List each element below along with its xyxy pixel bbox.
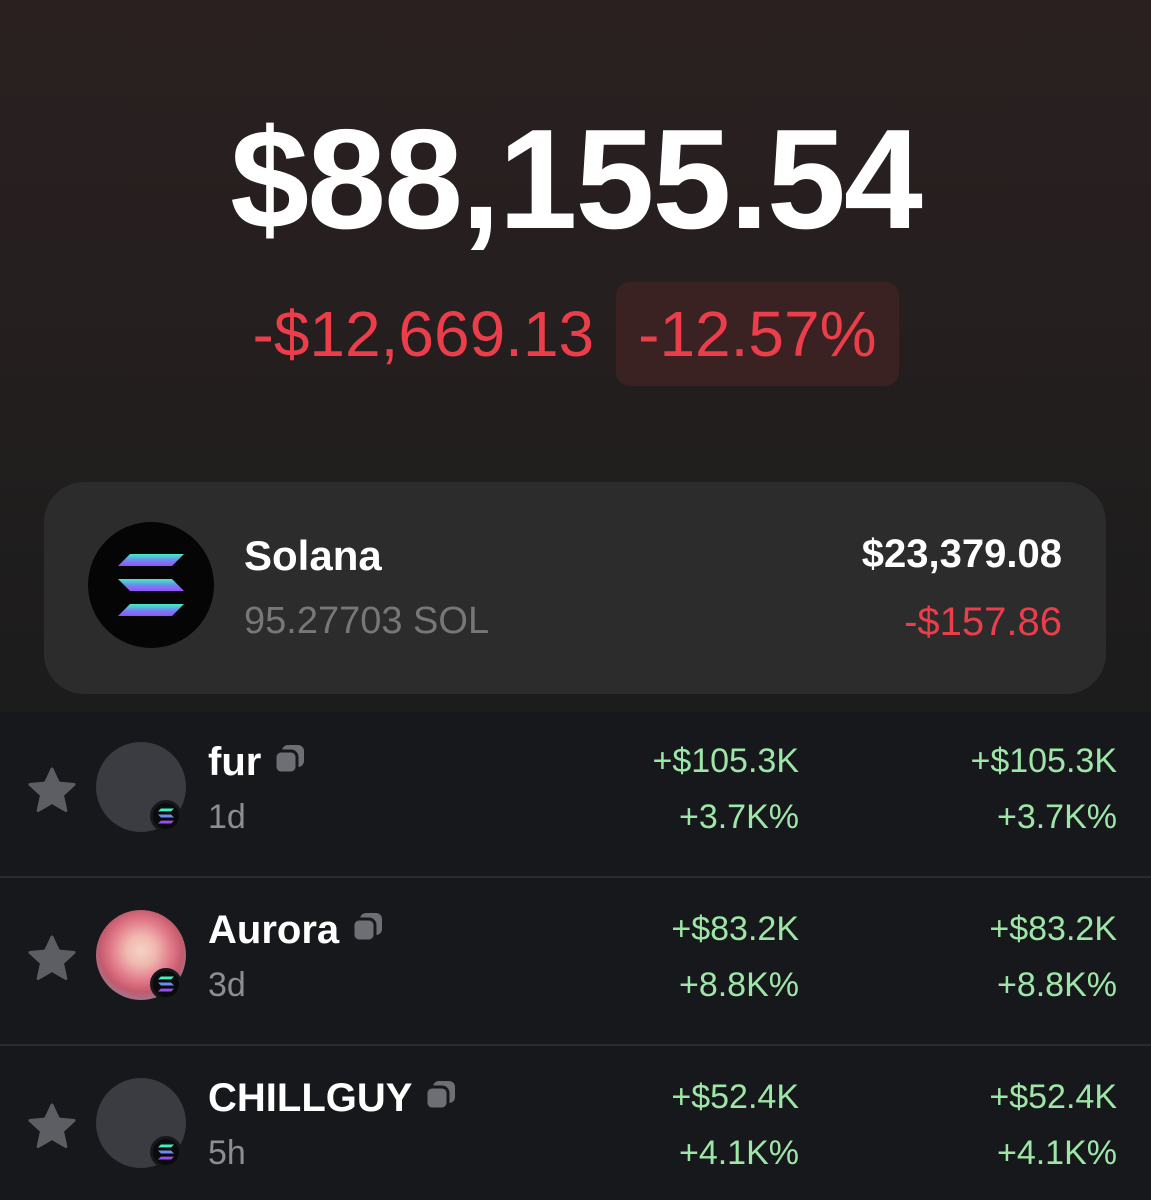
solana-amount: 95.27703 SOL — [244, 600, 490, 642]
token-pnl-value: +$52.4K — [989, 1078, 1117, 1116]
token-row[interactable]: CHILLGUY 5h +$52.4K +4.1K% +$52.4K +4.1K… — [0, 1048, 1151, 1200]
solana-holding-card[interactable]: Solana 95.27703 SOL $23,379.08 -$157.86 — [44, 482, 1106, 694]
token-pnl-percent: +4.1K% — [678, 1134, 799, 1172]
copy-icon[interactable] — [273, 740, 307, 785]
portfolio-change-amount: -$12,669.13 — [252, 298, 595, 370]
token-list: fur 1d +$105.3K +3.7K% +$105.3K +3.7K% A… — [0, 712, 1151, 1200]
token-pnl-percent: +3.7K% — [996, 798, 1117, 836]
token-pnl-percent: +4.1K% — [996, 1134, 1117, 1172]
token-name: Aurora — [208, 908, 385, 953]
copy-icon[interactable] — [351, 908, 385, 953]
token-name-label: CHILLGUY — [208, 1076, 413, 1120]
token-pnl-value: +$52.4K — [671, 1078, 799, 1116]
token-age: 3d — [208, 966, 246, 1004]
star-icon[interactable] — [28, 1103, 76, 1154]
solana-logo-icon — [88, 522, 214, 648]
solana-badge-icon — [150, 968, 182, 1000]
solana-name: Solana — [244, 532, 382, 579]
solana-badge-icon — [150, 800, 182, 832]
token-pnl-value: +$105.3K — [652, 742, 799, 780]
star-icon[interactable] — [28, 935, 76, 986]
token-name: fur — [208, 740, 307, 785]
portfolio-header: $88,155.54 -$12,669.13 -12.57% Solana 95… — [0, 0, 1151, 712]
solana-value: $23,379.08 — [861, 532, 1062, 576]
solana-badge-icon — [150, 1136, 182, 1168]
token-name-label: Aurora — [208, 908, 340, 952]
token-age: 5h — [208, 1134, 246, 1172]
token-pnl-percent: +3.7K% — [678, 798, 799, 836]
token-name: CHILLGUY — [208, 1076, 458, 1121]
token-row[interactable]: Aurora 3d +$83.2K +8.8K% +$83.2K +8.8K% — [0, 880, 1151, 1046]
star-icon[interactable] — [28, 767, 76, 818]
portfolio-change: -$12,669.13 -12.57% — [0, 282, 1151, 386]
token-name-label: fur — [208, 740, 262, 784]
token-pnl-value: +$83.2K — [989, 910, 1117, 948]
token-age: 1d — [208, 798, 246, 836]
solana-change: -$157.86 — [904, 600, 1062, 644]
copy-icon[interactable] — [424, 1076, 458, 1121]
token-pnl-value: +$105.3K — [970, 742, 1117, 780]
token-pnl-percent: +8.8K% — [678, 966, 799, 1004]
token-pnl-value: +$83.2K — [671, 910, 799, 948]
portfolio-change-percent: -12.57% — [616, 282, 899, 386]
token-pnl-percent: +8.8K% — [996, 966, 1117, 1004]
token-row[interactable]: fur 1d +$105.3K +3.7K% +$105.3K +3.7K% — [0, 712, 1151, 878]
portfolio-balance: $88,155.54 — [230, 100, 923, 259]
